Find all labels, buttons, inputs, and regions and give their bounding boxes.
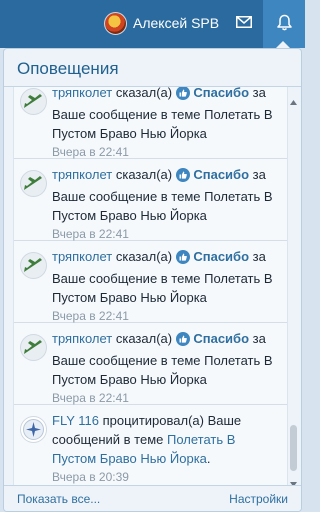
thumbs-up-icon (175, 250, 190, 269)
avatar (20, 416, 47, 443)
thumbs-up-icon (175, 87, 190, 105)
notification-list[interactable]: тряпколет сказал(а) Спасибо за Ваше сооб… (13, 87, 288, 485)
author-link[interactable]: тряпколет (52, 87, 112, 100)
dropdown-footer: Показать все... Настройки (4, 485, 301, 511)
notification-item[interactable]: тряпколет сказал(а) Спасибо за Ваше сооб… (14, 323, 287, 405)
notification-item[interactable]: FLY 116 процитировал(а) Ваше сообщений в… (14, 405, 287, 485)
settings-link[interactable]: Настройки (229, 492, 288, 506)
avatar (20, 252, 47, 279)
like-label[interactable]: Спасибо (193, 249, 249, 264)
notification-item[interactable]: тряпколет сказал(а) Спасибо за Ваше сооб… (14, 159, 287, 241)
notification-item[interactable]: тряпколет сказал(а) Спасибо за Ваше сооб… (14, 87, 287, 159)
bell-icon (276, 14, 292, 34)
author-link[interactable]: тряпколет (52, 249, 112, 264)
action-text: сказал(а) (115, 249, 173, 264)
author-link[interactable]: тряпколет (52, 331, 112, 346)
inbox-button[interactable] (228, 8, 260, 38)
show-all-link[interactable]: Показать все... (17, 492, 100, 506)
author-link[interactable]: FLY 116 (52, 413, 99, 428)
scrollbar-thumb[interactable] (290, 425, 297, 471)
notification-item[interactable]: тряпколет сказал(а) Спасибо за Ваше сооб… (14, 241, 287, 323)
sentence-end: . (206, 451, 211, 466)
scroll-up-arrow-icon[interactable] (290, 93, 297, 108)
alerts-dropdown: Оповещения тряпколет сказал(а) Спасибо з… (3, 48, 302, 512)
author-link[interactable]: тряпколет (52, 167, 112, 182)
user-menu[interactable]: Алексей SPB (104, 11, 219, 35)
like-label[interactable]: Спасибо (193, 167, 249, 182)
thumbs-up-icon (175, 168, 190, 187)
thumbs-up-icon (175, 332, 190, 351)
avatar (20, 88, 47, 115)
top-navigation-bar: Алексей SPB (0, 0, 305, 48)
scrollbar[interactable] (287, 87, 300, 487)
username: Алексей SPB (133, 15, 220, 31)
envelope-icon (236, 15, 252, 31)
avatar (20, 170, 47, 197)
avatar (104, 11, 127, 35)
action-text: сказал(а) (115, 167, 173, 182)
avatar (20, 334, 47, 361)
like-label[interactable]: Спасибо (193, 331, 249, 346)
action-text: сказал(а) (115, 87, 173, 100)
like-label[interactable]: Спасибо (193, 87, 249, 100)
dropdown-caret (276, 41, 290, 48)
action-text: сказал(а) (115, 331, 173, 346)
timestamp: Вчера в 20:39 (52, 470, 129, 484)
dropdown-title: Оповещения (17, 59, 119, 78)
